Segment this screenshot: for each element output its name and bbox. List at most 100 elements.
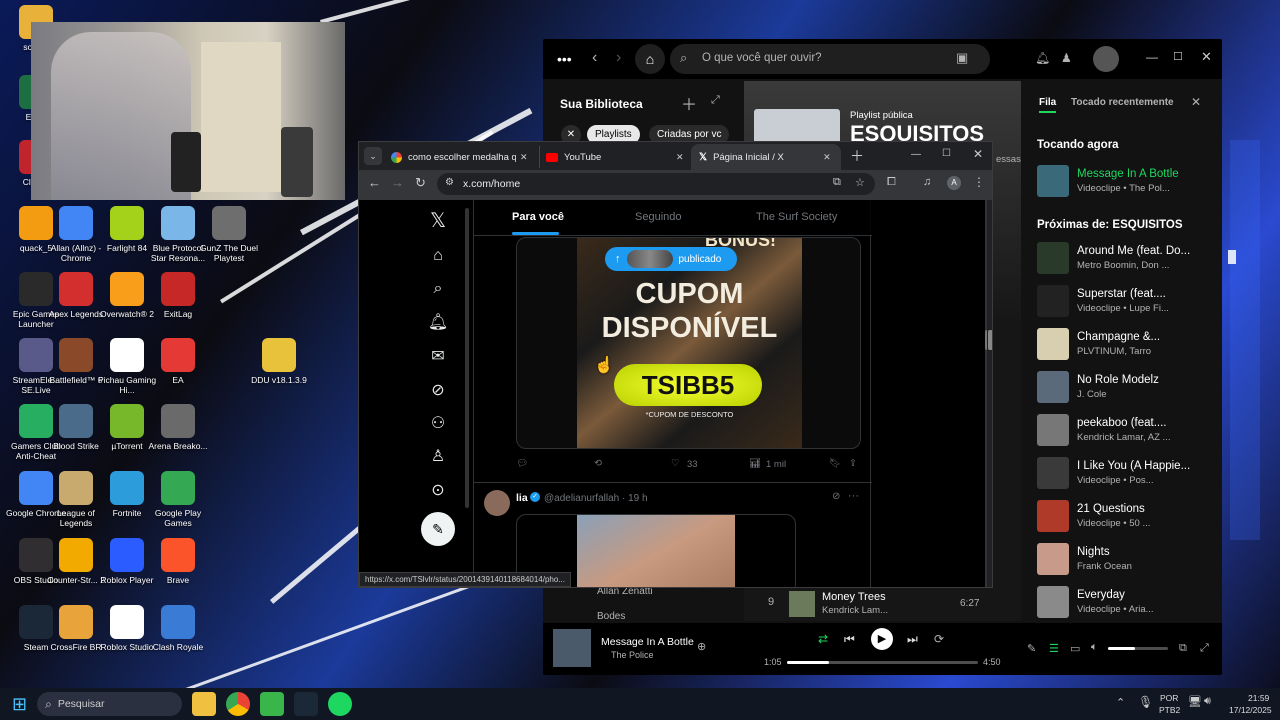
queue-item[interactable]: I Like You (A Happie... Videoclipe • Pos.… — [1027, 451, 1192, 494]
queue-item[interactable]: Around Me (feat. Do... Metro Boomin, Don … — [1027, 236, 1192, 279]
expand-icon[interactable]: ⤢ — [711, 94, 720, 107]
clock-date[interactable]: 17/12/2025 — [1229, 705, 1272, 715]
tab-close-icon[interactable]: ✕ — [676, 152, 684, 163]
desktop-icon[interactable]: Google Play Games — [147, 471, 209, 528]
tab-queue[interactable]: Fila — [1039, 97, 1057, 113]
taskbar-search[interactable]: ⌕ Pesquisar — [37, 692, 183, 716]
windows-start-icon[interactable]: ⊞ — [12, 694, 27, 715]
extensions-icon[interactable]: ⧠ — [887, 176, 896, 189]
desktop-icon[interactable]: DDU v18.1.3.9 — [248, 338, 310, 385]
media-icon[interactable]: ♫ — [923, 176, 931, 188]
maximize-icon[interactable]: ☐ — [942, 148, 951, 159]
queue-icon[interactable]: ☰ — [1049, 642, 1059, 655]
spotify-taskbar-icon[interactable] — [328, 692, 353, 716]
install-icon[interactable]: ⧉ — [833, 176, 841, 189]
new-tab-icon[interactable]: ＋ — [850, 146, 864, 166]
track-artist[interactable]: Kendrick Lam... — [822, 605, 888, 616]
friends-icon[interactable]: ♟ — [1061, 51, 1072, 65]
menu-icon[interactable]: ⋮ — [973, 175, 985, 189]
minimize-icon[interactable]: — — [1146, 50, 1158, 64]
explore-icon[interactable]: ⌕ — [427, 278, 449, 300]
desktop-icon[interactable]: Arena Breako... — [147, 404, 209, 451]
fullscreen-icon[interactable]: ⤢ — [1200, 642, 1209, 655]
published-pill[interactable]: ↑ publicado — [605, 247, 737, 271]
vsdc-taskbar-icon[interactable] — [260, 692, 285, 716]
address-bar[interactable]: ⚙ x.com/home ⧉ ☆ — [437, 173, 875, 195]
tab-recent[interactable]: Tocado recentemente — [1071, 97, 1174, 108]
post-author-name[interactable]: lia — [516, 492, 528, 504]
shuffle-icon[interactable]: ⇄ — [818, 632, 828, 646]
back-icon[interactable]: ‹ — [592, 49, 597, 67]
steam-taskbar-icon[interactable] — [294, 692, 319, 716]
desktop-icon[interactable]: Clash Royale — [147, 605, 209, 652]
site-info-icon[interactable]: ⚙ — [445, 177, 454, 188]
home-button[interactable]: ⌂ — [635, 44, 665, 74]
lyrics-icon[interactable]: ✎ — [1027, 642, 1036, 655]
search-box[interactable]: ⌕ O que você quer ouvir? ▣ — [670, 44, 990, 74]
post-button[interactable]: ✎ — [421, 512, 455, 546]
speaker-icon[interactable]: 🔊︎ — [1204, 695, 1211, 708]
miniplayer-icon[interactable]: ⧉ — [1179, 642, 1187, 655]
queue-item[interactable]: Superstar (feat.... Videoclipe • Lupe Fi.… — [1027, 279, 1192, 322]
desktop-icon[interactable]: ExitLag — [147, 272, 209, 319]
tab-close-icon[interactable]: ✕ — [520, 152, 528, 163]
lang1[interactable]: POR — [1160, 693, 1178, 703]
bookmark-icon[interactable]: 🔖︎ — [829, 458, 841, 469]
window-scrollbar[interactable] — [987, 200, 992, 587]
progress-track[interactable] — [787, 661, 978, 664]
tab-youtube[interactable]: YouTube ✕ — [539, 146, 689, 168]
chrome-taskbar-icon[interactable] — [226, 692, 251, 716]
queue-item[interactable]: Everyday Videoclipe • Aria... — [1027, 580, 1192, 623]
chevron-up-icon[interactable]: ⌃ — [1116, 696, 1125, 709]
play-button[interactable]: ▶ — [871, 628, 893, 650]
lang2[interactable]: PTB2 — [1159, 705, 1180, 715]
tab-medalha[interactable]: como escolher medalha que e ✕ — [387, 146, 532, 168]
share-icon[interactable]: ⇪ — [849, 458, 857, 469]
browse-icon[interactable]: ▣ — [956, 50, 968, 66]
tab-close-icon[interactable]: ✕ — [823, 152, 831, 163]
minimize-icon[interactable]: — — [911, 149, 921, 160]
profile-icon[interactable]: ♙ — [427, 446, 449, 468]
queue-item[interactable]: Champagne &... PLVTINUM, Tarro — [1027, 322, 1192, 365]
reload-icon[interactable]: ↻ — [415, 175, 426, 191]
now-playing-item[interactable]: Message In A Bottle Videoclipe • The Pol… — [1027, 159, 1192, 202]
player-artist[interactable]: The Police — [611, 650, 654, 660]
close-icon[interactable]: ✕ — [1201, 49, 1212, 65]
tab-x-home[interactable]: 𝕏 Página Inicial / X ✕ — [691, 144, 841, 170]
close-icon[interactable]: ✕ — [973, 147, 983, 161]
messages-icon[interactable]: ✉ — [427, 346, 449, 368]
forward-icon[interactable]: › — [616, 49, 621, 67]
repeat-icon[interactable]: ⟳ — [934, 632, 944, 646]
repost-icon[interactable]: ⟲ — [594, 458, 602, 469]
more-icon[interactable]: ••• — [557, 51, 572, 67]
notifications-icon[interactable]: 🔔︎ — [427, 312, 449, 334]
profile-icon[interactable]: A — [947, 176, 961, 190]
post-author-handle[interactable]: @adelianurfallah · 19 h — [544, 493, 648, 504]
grok-post-icon[interactable]: ⊘ — [832, 491, 840, 502]
add-icon[interactable]: ＋ — [681, 91, 697, 115]
desktop-icon[interactable]: Brave — [147, 538, 209, 585]
microphone-icon[interactable]: 🎙︎ — [1138, 695, 1153, 709]
tab-following[interactable]: Seguindo — [635, 211, 682, 223]
tab-search-icon[interactable]: ⌄ — [364, 147, 382, 165]
views-icon[interactable]: 📊︎ — [749, 458, 761, 469]
avatar[interactable] — [1093, 46, 1119, 72]
next-icon[interactable]: ⏭︎ — [907, 632, 918, 647]
queue-item[interactable]: Nights Frank Ocean — [1027, 537, 1192, 580]
player-title[interactable]: Message In A Bottle — [601, 636, 694, 648]
track-title[interactable]: Money Trees — [822, 591, 886, 603]
queue-item[interactable]: No Role Modelz J. Cole — [1027, 365, 1192, 408]
desktop-icon[interactable]: GunZ The Duel Playtest — [198, 206, 260, 263]
back-icon[interactable]: ← — [368, 175, 381, 190]
queue-item[interactable]: 21 Questions Videoclipe • 50 ... — [1027, 494, 1192, 537]
queue-item[interactable]: peekaboo (feat.... Kendrick Lamar, AZ ... — [1027, 408, 1192, 451]
grok-icon[interactable]: ⊘ — [427, 380, 449, 402]
communities-icon[interactable]: ⚇ — [427, 413, 449, 435]
post-avatar[interactable] — [484, 490, 510, 516]
add-to-library-icon[interactable]: ⊕ — [697, 640, 706, 653]
x-logo-icon[interactable]: 𝕏 — [427, 210, 449, 232]
device-icon[interactable]: ▭ — [1070, 642, 1080, 655]
bookmark-star-icon[interactable]: ☆ — [855, 176, 865, 189]
close-queue-icon[interactable]: ✕ — [1191, 95, 1201, 109]
tab-surf-society[interactable]: The Surf Society — [756, 211, 837, 223]
